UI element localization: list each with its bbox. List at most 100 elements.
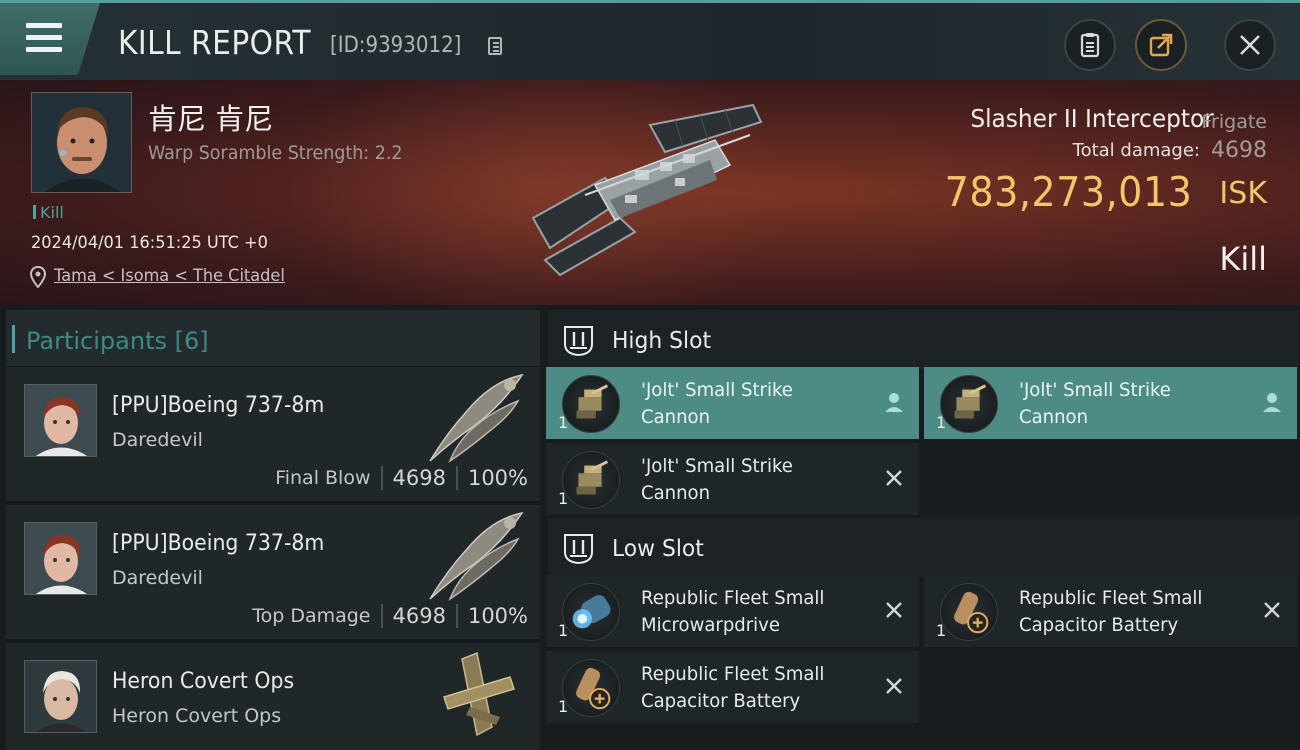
participant-ship-image bbox=[429, 511, 524, 601]
participant-avatar bbox=[24, 522, 97, 595]
module-name-line2: Capacitor Battery bbox=[641, 690, 801, 712]
report-button[interactable] bbox=[1064, 19, 1116, 71]
module-name-line2: Microwarpdrive bbox=[641, 614, 780, 636]
copy-icon[interactable] bbox=[488, 37, 502, 55]
close-icon bbox=[1240, 35, 1260, 55]
module-item[interactable]: 1 'Jolt' Small Strike Cannon bbox=[924, 367, 1297, 439]
slot-icon bbox=[564, 326, 593, 357]
participant-ship: Daredevil bbox=[112, 429, 203, 451]
participant-row[interactable]: [PPU]Boeing 737-8m Daredevil Top Damage … bbox=[6, 505, 540, 641]
kill-tag: Kill bbox=[33, 203, 64, 222]
participants-count: [6] bbox=[174, 327, 209, 355]
kill-id: [ID:9393012] bbox=[330, 33, 462, 58]
slot-icon bbox=[564, 534, 593, 565]
participants-panel: Participants [6] [PPU]Boeing 737-8m Dare… bbox=[0, 305, 540, 750]
x-icon bbox=[886, 678, 902, 694]
isk-unit: ISK bbox=[1219, 176, 1267, 211]
victim-ship-class: Frigate bbox=[1201, 111, 1267, 133]
participants-title-text: Participants bbox=[26, 327, 167, 355]
victim-subtitle: Warp Soramble Strength: 2.2 bbox=[148, 142, 403, 164]
module-name: 'Jolt' Small Strike Cannon bbox=[1019, 377, 1247, 431]
module-name: Republic Fleet Small Capacitor Battery bbox=[1019, 585, 1247, 639]
module-quantity: 1 bbox=[558, 697, 569, 716]
participant-ship-image bbox=[429, 373, 524, 463]
cannon-icon bbox=[562, 375, 620, 433]
module-name-line2: Capacitor Battery bbox=[1019, 614, 1179, 636]
module-name-line1: Republic Fleet Small bbox=[641, 587, 825, 609]
module-item[interactable]: 1 Republic Fleet Small Capacitor Battery bbox=[546, 651, 919, 723]
participant-name: [PPU]Boeing 737-8m bbox=[112, 531, 325, 556]
top-bar: KILL REPORT [ID:9393012] bbox=[0, 0, 1300, 80]
stats-divider bbox=[380, 466, 383, 490]
capacitor-battery-icon bbox=[940, 583, 998, 641]
participant-row[interactable]: [PPU]Boeing 737-8m Daredevil Final Blow … bbox=[6, 367, 540, 503]
participant-name: [PPU]Boeing 737-8m bbox=[112, 393, 325, 418]
victim-avatar[interactable] bbox=[31, 92, 132, 193]
microwarpdrive-icon bbox=[562, 583, 620, 641]
cannon-icon bbox=[562, 451, 620, 509]
module-name-line1: 'Jolt' Small Strike bbox=[641, 455, 793, 477]
participant-percent: 100% bbox=[467, 466, 528, 490]
module-item[interactable]: 1 Republic Fleet Small Microwarpdrive bbox=[546, 575, 919, 647]
participant-role: Final Blow bbox=[275, 467, 371, 489]
module-quantity: 1 bbox=[558, 413, 569, 432]
module-name-line1: 'Jolt' Small Strike bbox=[1019, 379, 1171, 401]
menu-button[interactable] bbox=[0, 3, 100, 75]
module-name-line1: Republic Fleet Small bbox=[641, 663, 825, 685]
high-slot-header: High Slot bbox=[548, 310, 1298, 370]
participant-stats: Final Blow 4698 100% bbox=[275, 466, 528, 490]
module-name-line1: Republic Fleet Small bbox=[1019, 587, 1203, 609]
module-item[interactable]: 1 Republic Fleet Small Capacitor Battery bbox=[924, 575, 1297, 647]
share-icon bbox=[1149, 33, 1173, 57]
victim-name: 肯尼 肯尼 bbox=[148, 102, 274, 136]
participant-avatar bbox=[24, 660, 97, 733]
module-name-line1: 'Jolt' Small Strike bbox=[641, 379, 793, 401]
module-item[interactable]: 1 'Jolt' Small Strike Cannon bbox=[546, 367, 919, 439]
module-quantity: 1 bbox=[936, 413, 947, 432]
low-slot-header: Low Slot bbox=[548, 518, 1298, 578]
high-slot-title: High Slot bbox=[612, 328, 712, 354]
low-slot-title: Low Slot bbox=[612, 536, 704, 562]
close-button[interactable] bbox=[1224, 19, 1276, 71]
cannon-icon bbox=[940, 375, 998, 433]
stats-divider bbox=[455, 604, 458, 628]
participant-row[interactable]: Heron Covert Ops Heron Covert Ops bbox=[6, 643, 540, 750]
module-quantity: 1 bbox=[558, 489, 569, 508]
capacitor-battery-icon bbox=[562, 659, 620, 717]
x-icon bbox=[886, 470, 902, 486]
module-name: Republic Fleet Small Microwarpdrive bbox=[641, 585, 869, 639]
participants-title: Participants [6] bbox=[12, 325, 209, 355]
victim-ship-image bbox=[531, 103, 763, 277]
module-name: 'Jolt' Small Strike Cannon bbox=[641, 453, 869, 507]
participants-header: Participants [6] bbox=[6, 310, 540, 366]
participant-damage: 4698 bbox=[392, 466, 446, 490]
kill-timestamp: 2024/04/01 16:51:25 UTC +0 bbox=[31, 233, 268, 253]
module-name-line2: Cannon bbox=[641, 482, 711, 504]
kill-summary-panel: 肯尼 肯尼 Warp Soramble Strength: 2.2 Kill 2… bbox=[0, 80, 1300, 305]
person-icon bbox=[885, 393, 903, 412]
hamburger-icon bbox=[26, 23, 62, 53]
participant-role: Top Damage bbox=[252, 605, 371, 627]
result-label: Kill bbox=[1219, 240, 1267, 278]
clipboard-icon bbox=[1080, 33, 1100, 58]
module-name: Republic Fleet Small Capacitor Battery bbox=[641, 661, 869, 715]
stats-divider bbox=[455, 466, 458, 490]
total-damage-value: 4698 bbox=[1211, 138, 1267, 163]
module-name: 'Jolt' Small Strike Cannon bbox=[641, 377, 869, 431]
participant-ship-image bbox=[443, 651, 515, 737]
share-button[interactable] bbox=[1135, 19, 1187, 71]
person-icon bbox=[1263, 393, 1281, 412]
x-icon bbox=[886, 602, 902, 618]
location-link[interactable]: Tama < Isoma < The Citadel bbox=[54, 266, 285, 286]
participant-name: Heron Covert Ops bbox=[112, 669, 295, 694]
participant-ship: Heron Covert Ops bbox=[112, 705, 282, 727]
page-title: KILL REPORT bbox=[118, 23, 312, 62]
module-name-line2: Cannon bbox=[641, 406, 711, 428]
module-name-line2: Cannon bbox=[1019, 406, 1089, 428]
fitting-panel: High Slot 1 'Jolt' Small Strike Cannon 1… bbox=[540, 305, 1300, 750]
module-item[interactable]: 1 'Jolt' Small Strike Cannon bbox=[546, 443, 919, 515]
participant-ship: Daredevil bbox=[112, 567, 203, 589]
participant-stats: Top Damage 4698 100% bbox=[252, 604, 528, 628]
participant-avatar bbox=[24, 384, 97, 457]
participant-damage: 4698 bbox=[392, 604, 446, 628]
